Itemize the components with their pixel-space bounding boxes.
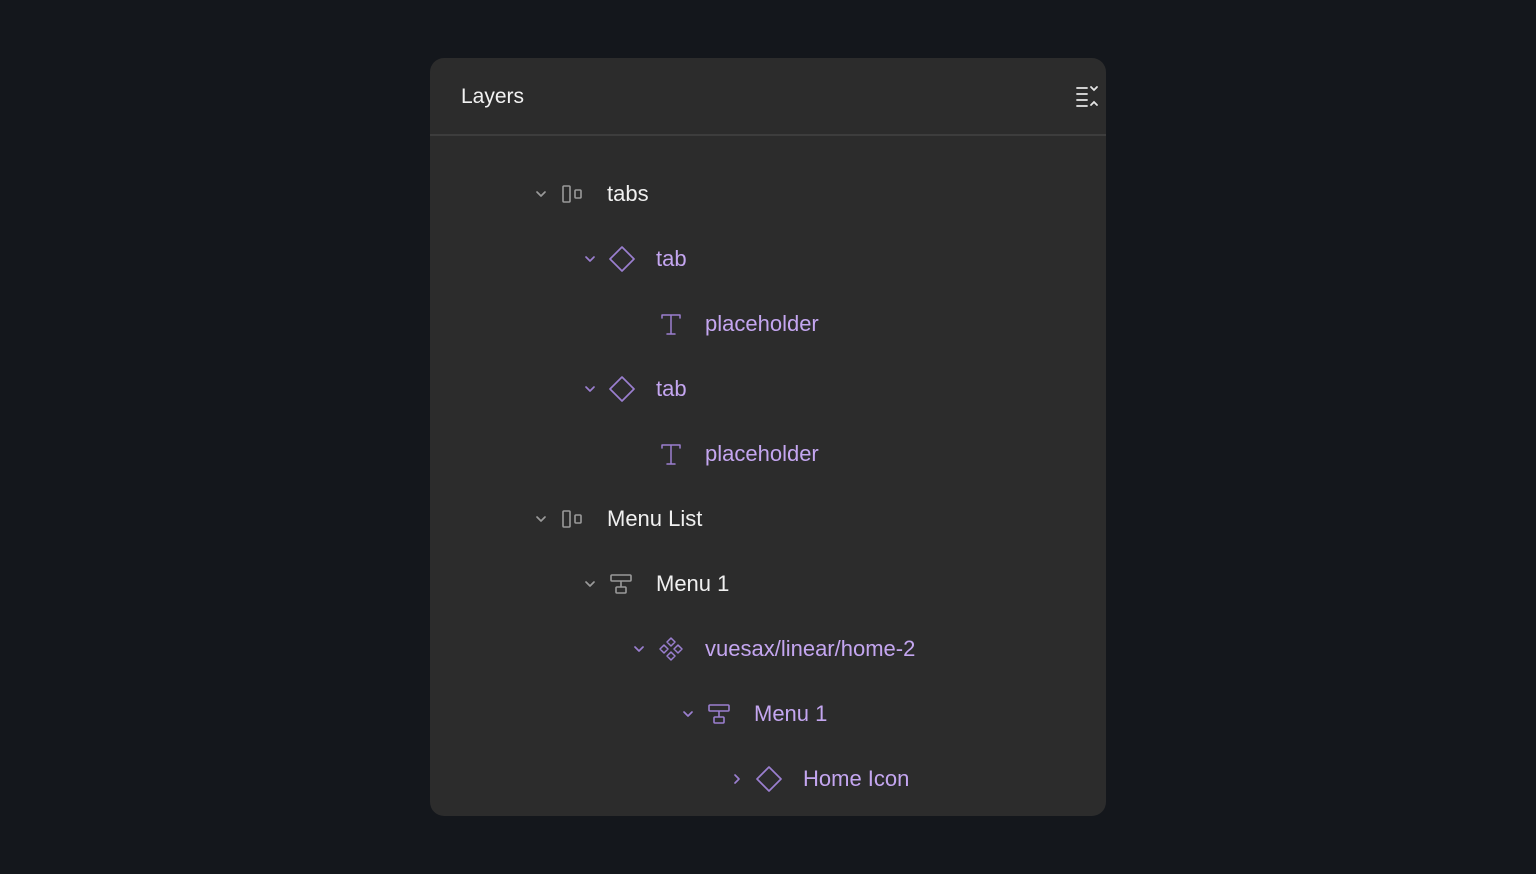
layer-label: tab <box>656 245 687 271</box>
layer-row[interactable]: Menu 1 <box>430 681 1106 746</box>
layers-panel: Layers tabs tab placeholder tab placeholder … <box>430 58 1106 816</box>
chevron-right-icon[interactable] <box>729 771 745 787</box>
component-instance-icon <box>608 245 636 273</box>
auto-layout-horizontal-icon <box>559 180 587 208</box>
chevron-down-icon[interactable] <box>582 251 598 267</box>
layer-label: Menu 1 <box>754 700 828 726</box>
chevron-down-icon[interactable] <box>533 186 549 202</box>
chevron-down-icon[interactable] <box>582 576 598 592</box>
chevron-down-icon[interactable] <box>582 381 598 397</box>
layer-label: Menu 1 <box>656 570 730 596</box>
layer-label: tab <box>656 375 687 401</box>
auto-layout-vertical-icon <box>706 700 734 728</box>
layer-row[interactable]: Menu List <box>430 486 1106 551</box>
auto-layout-vertical-icon <box>608 570 636 598</box>
chevron-down-icon[interactable] <box>680 706 696 722</box>
layer-label: tabs <box>607 180 649 206</box>
layer-row[interactable]: tab <box>430 356 1106 421</box>
collapse-all-icon <box>1076 86 1098 107</box>
layer-row[interactable]: vuesax/linear/home-2 <box>430 616 1106 681</box>
layer-row[interactable]: tab <box>430 226 1106 291</box>
chevron-down-icon[interactable] <box>631 641 647 657</box>
layer-row[interactable]: tabs <box>430 161 1106 226</box>
component-set-icon <box>657 635 685 663</box>
text-icon <box>657 440 685 468</box>
chevron-down-icon[interactable] <box>533 511 549 527</box>
layer-row[interactable]: Home Icon <box>430 746 1106 811</box>
panel-header: Layers <box>430 58 1106 136</box>
layer-label: vuesax/linear/home-2 <box>705 635 916 661</box>
layer-label: placeholder <box>705 440 819 466</box>
layer-label: Home Icon <box>803 765 910 791</box>
layer-row[interactable]: placeholder <box>430 291 1106 356</box>
layer-label: Menu List <box>607 505 703 531</box>
panel-title: Layers <box>461 85 525 108</box>
layer-label: placeholder <box>705 310 819 336</box>
collapse-all-button[interactable] <box>1074 84 1102 110</box>
component-instance-icon <box>608 375 636 403</box>
layer-row[interactable]: placeholder <box>430 421 1106 486</box>
component-instance-icon <box>755 765 783 793</box>
layer-row[interactable]: Menu 1 <box>430 551 1106 616</box>
auto-layout-horizontal-icon <box>559 505 587 533</box>
text-icon <box>657 310 685 338</box>
